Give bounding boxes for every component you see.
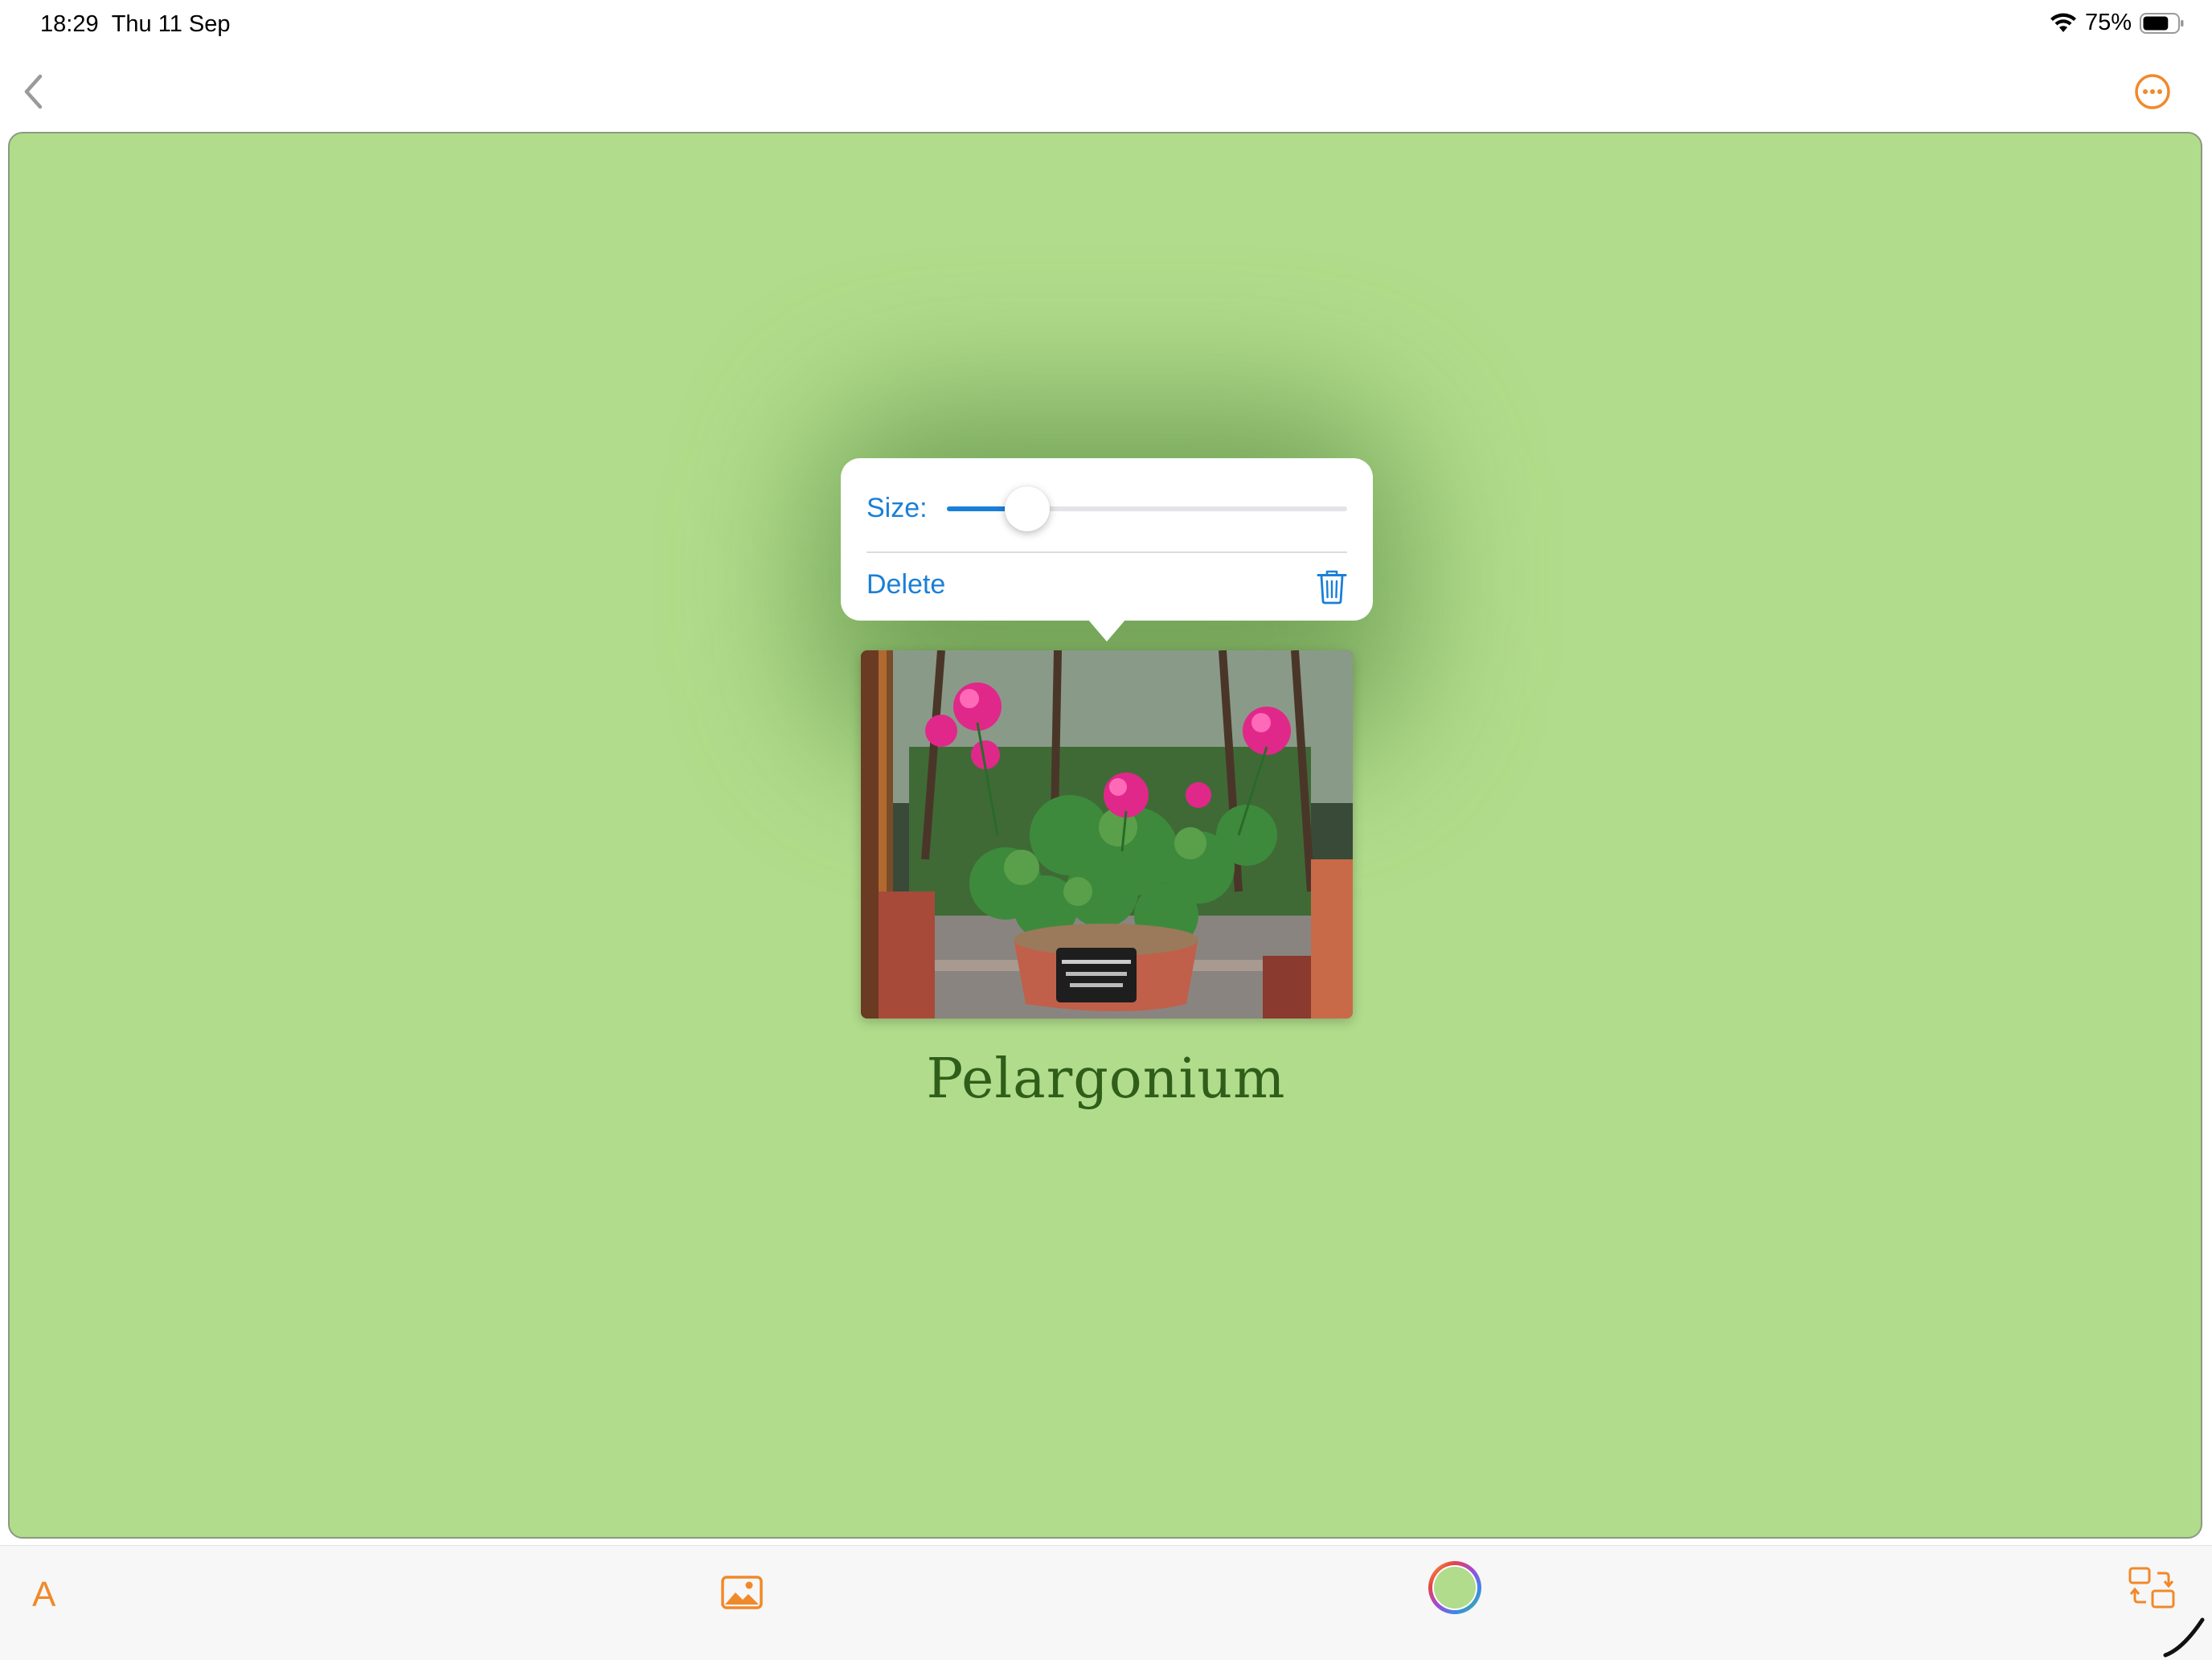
size-slider[interactable] bbox=[947, 486, 1347, 531]
plant-photo[interactable] bbox=[861, 650, 1353, 1019]
image-icon bbox=[721, 1576, 763, 1609]
color-picker-button[interactable] bbox=[1426, 1559, 1484, 1617]
status-bar: 18:29 Thu 11 Sep 75% bbox=[0, 0, 2212, 51]
swap-layout-icon bbox=[2128, 1567, 2175, 1609]
trash-icon bbox=[1317, 570, 1347, 605]
ellipsis-circle-icon bbox=[2135, 74, 2170, 109]
text-style-label: A bbox=[32, 1575, 56, 1614]
status-clock: 18:29 bbox=[40, 11, 99, 37]
text-style-button[interactable]: A bbox=[32, 1575, 64, 1620]
popover-arrow bbox=[1088, 619, 1126, 641]
image-options-popover: Size: Delete bbox=[841, 458, 1373, 621]
chevron-left-icon bbox=[24, 74, 43, 109]
photo-flowers bbox=[861, 650, 1353, 1019]
status-date: Thu 11 Sep bbox=[111, 11, 231, 37]
more-options-button[interactable] bbox=[2133, 72, 2172, 111]
battery-icon bbox=[2140, 12, 2184, 34]
add-image-button[interactable] bbox=[720, 1575, 765, 1617]
delete-label: Delete bbox=[866, 569, 946, 600]
size-slider-thumb[interactable] bbox=[1005, 486, 1050, 531]
card-title[interactable]: Pelargonium bbox=[0, 1047, 2212, 1111]
wifi-icon bbox=[2050, 13, 2076, 32]
pencil-stroke-icon bbox=[2163, 1617, 2205, 1658]
bottom-toolbar: A bbox=[0, 1545, 2212, 1660]
delete-button[interactable]: Delete bbox=[841, 553, 1373, 621]
color-wheel-icon bbox=[1428, 1561, 1481, 1614]
swap-layout-button[interactable] bbox=[2127, 1565, 2177, 1610]
battery-percent: 75% bbox=[2084, 10, 2132, 35]
status-indicators: 75% bbox=[2050, 10, 2185, 36]
size-label: Size: bbox=[866, 493, 928, 523]
back-button[interactable] bbox=[16, 69, 51, 114]
status-time: 18:29 Thu 11 Sep bbox=[40, 11, 231, 38]
